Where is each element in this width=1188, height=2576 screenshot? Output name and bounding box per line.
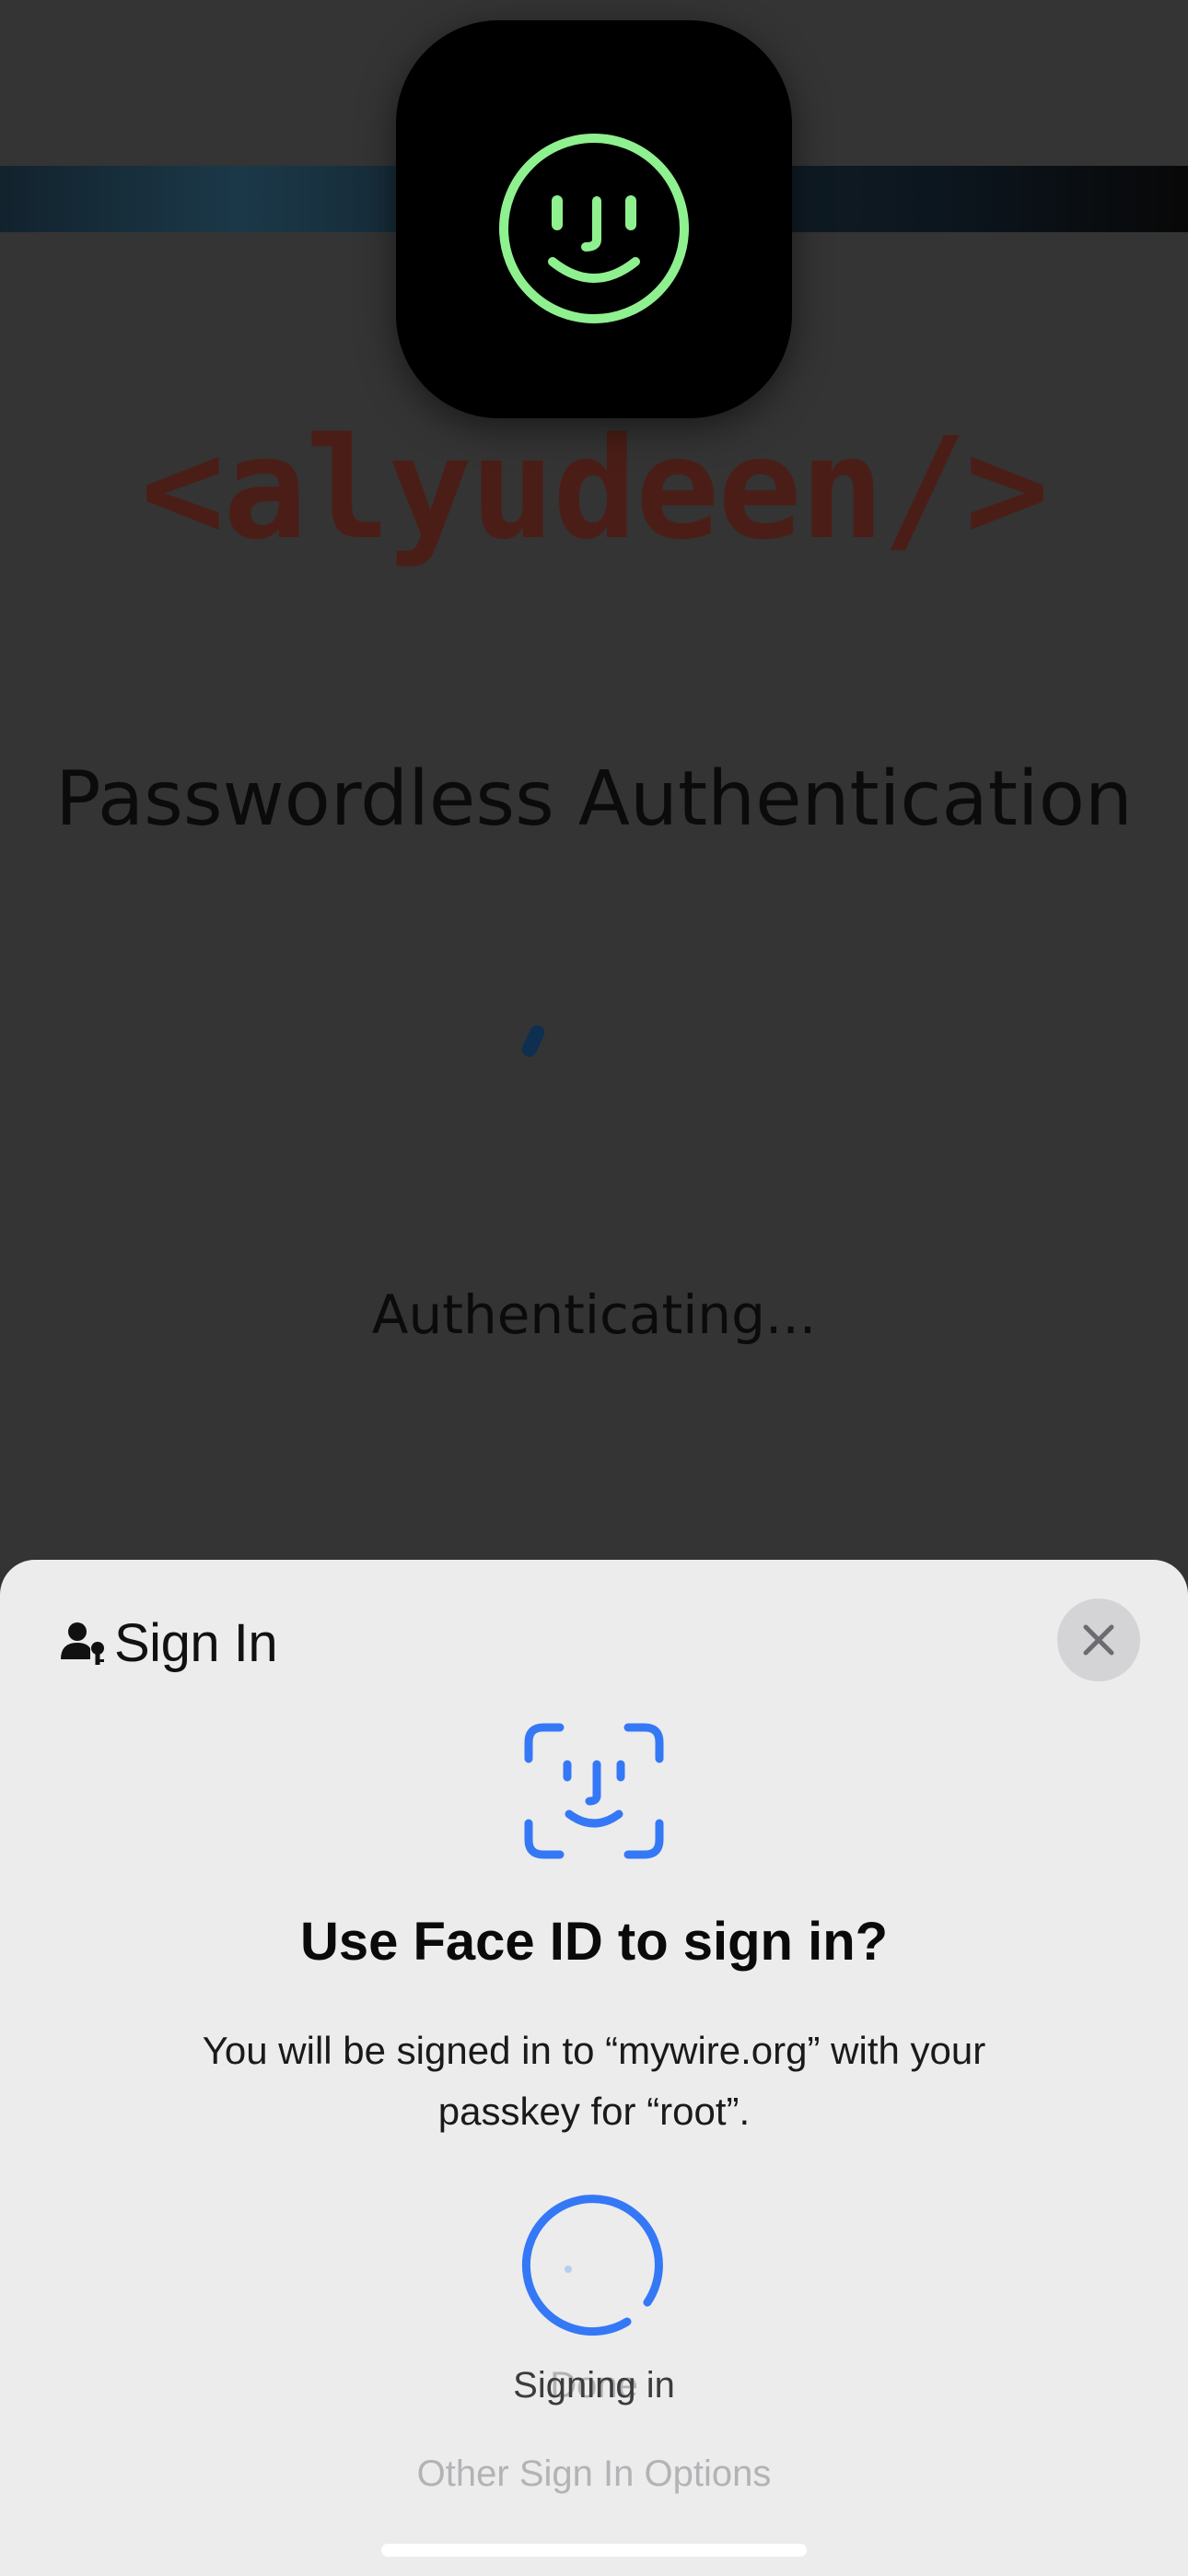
person-key-icon (61, 1622, 104, 1665)
close-icon (1083, 1624, 1114, 1656)
prompt-title: Use Face ID to sign in? (299, 1912, 889, 1972)
home-indicator[interactable] (381, 2544, 807, 2557)
other-sign-in-options-button[interactable]: Other Sign In Options (0, 2446, 1188, 2501)
progress-ring-icon (521, 2195, 663, 2336)
close-button[interactable] (1057, 1598, 1140, 1681)
sheet-header: Sign In (59, 1606, 278, 1680)
authenticating-status: Authenticating... (371, 1283, 817, 1346)
sign-in-sheet: Sign In Use Face ID to sign in? You will… (0, 1560, 1188, 2576)
sheet-title: Sign In (114, 1612, 278, 1673)
site-logo: <alyudeen/> (140, 407, 1050, 570)
face-id-icon (524, 1723, 664, 1859)
prompt-description: You will be signed in to “mywire.org” wi… (202, 2029, 986, 2133)
face-id-smile-icon (499, 134, 689, 323)
loading-spinner-icon (519, 1023, 547, 1060)
page-title: Passwordless Authentication (55, 755, 1133, 843)
status-label: Done Signing in (0, 2358, 1188, 2413)
status-signing-label: Signing in (513, 2365, 675, 2406)
face-id-hud (396, 20, 792, 418)
